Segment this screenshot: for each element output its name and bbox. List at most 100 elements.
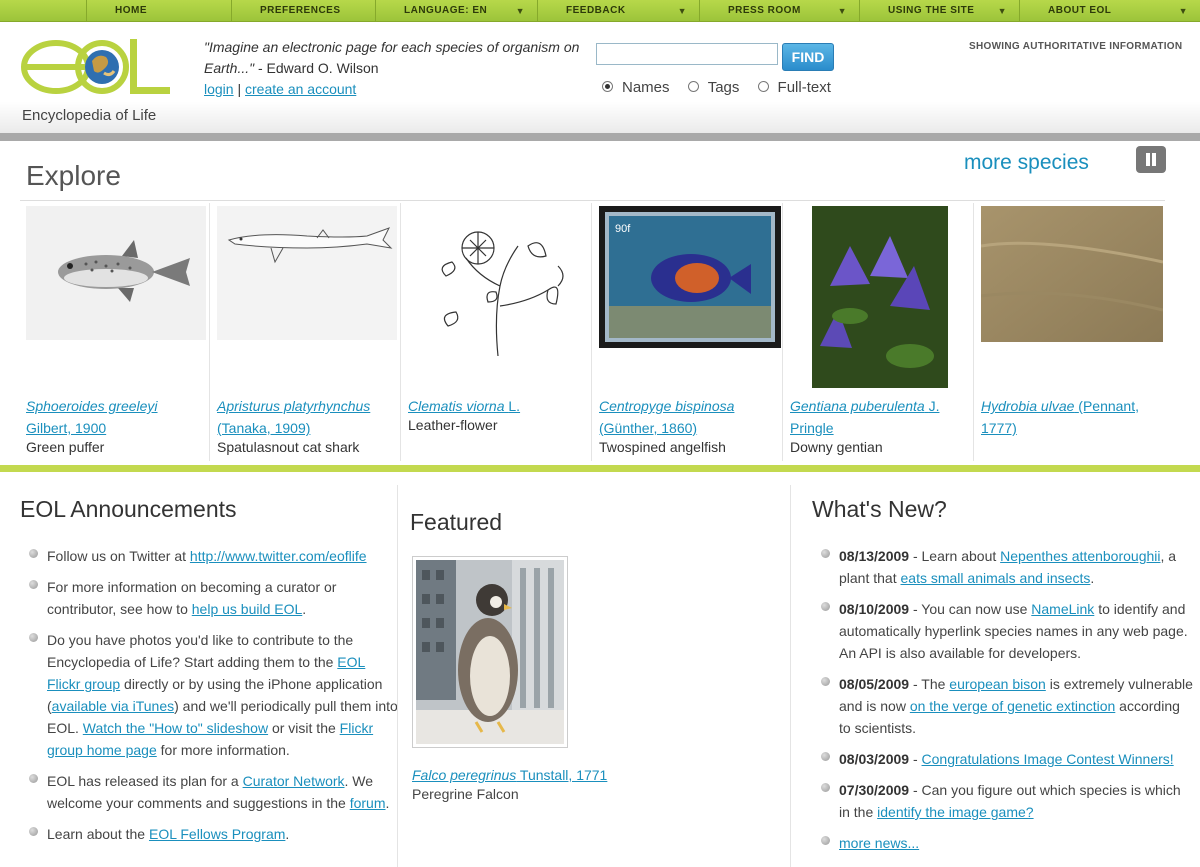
search-option-full-text[interactable]: Full-text (757, 79, 831, 96)
chevron-down-icon: ▼ (837, 6, 847, 16)
curator-network-link[interactable]: Curator Network (243, 773, 345, 789)
sci-name: Sphoeroides greeleyi (26, 398, 158, 414)
featured-name: Falco peregrinus Tunstall, 1771 (412, 764, 607, 786)
announcements-list: Follow us on Twitter at http://www.twitt… (20, 545, 400, 854)
help-build-link[interactable]: help us build EOL (192, 601, 303, 617)
species-image-angelfish-stamp[interactable]: 90f (599, 206, 781, 348)
sci-name: Falco peregrinus (412, 767, 517, 783)
species-card: Gentiana puberulenta J. Pringle Downy ge… (784, 203, 974, 461)
nav-home[interactable]: HOME (86, 0, 231, 22)
authority: (Tanaka, 1909) (217, 420, 311, 436)
species-link[interactable]: Clematis viorna L. (408, 398, 520, 414)
species-link[interactable]: Centropyge bispinosa (Günther, 1860) (599, 398, 734, 436)
nav-feedback[interactable]: FEEDBACK ▼ (537, 0, 699, 22)
more-species-link[interactable]: more species (964, 151, 1089, 175)
species-name: Centropyge bispinosa (Günther, 1860) (599, 395, 779, 439)
featured-species-link[interactable]: Falco peregrinus Tunstall, 1771 (412, 767, 607, 783)
sci-name: Clematis viorna (408, 398, 505, 414)
find-button[interactable]: FIND (782, 43, 834, 71)
common-name: Leather-flower (408, 417, 498, 433)
more-news-link[interactable]: more news... (839, 835, 919, 851)
nav-language[interactable]: LANGUAGE: EN ▼ (375, 0, 537, 22)
species-name: Gentiana puberulenta J. Pringle (790, 395, 970, 439)
authoritative-info-toggle[interactable]: SHOWING AUTHORITATIVE INFORMATION (969, 41, 1182, 52)
pause-icon[interactable] (1136, 146, 1166, 173)
chevron-down-icon: ▼ (515, 6, 525, 16)
european-bison-link[interactable]: european bison (949, 676, 1046, 692)
common-name: Twospined angelfish (599, 439, 726, 455)
species-link[interactable]: Sphoeroides greeleyi Gilbert, 1900 (26, 398, 158, 436)
featured-image-frame[interactable] (412, 556, 568, 748)
nav-using-the-site[interactable]: USING THE SITE ▼ (859, 0, 1019, 22)
news-date: 08/03/2009 (839, 751, 910, 767)
species-card: Hydrobia ulvae (Pennant, 1777) (975, 203, 1165, 461)
news-date: 08/13/2009 (839, 548, 910, 564)
news-date: 08/10/2009 (839, 601, 910, 617)
nav-label: ABOUT EOL (1048, 5, 1112, 16)
namelink-link[interactable]: NameLink (1031, 601, 1094, 617)
create-account-link[interactable]: create an account (245, 81, 356, 97)
list-item: For more information on becoming a curat… (20, 576, 400, 620)
species-link[interactable]: Hydrobia ulvae (Pennant, 1777) (981, 398, 1139, 436)
news-item: 08/03/2009 - Congratulations Image Conte… (812, 748, 1194, 770)
search-input[interactable] (596, 43, 778, 65)
search-option-label: Full-text (777, 79, 831, 96)
species-image-puffer[interactable] (26, 206, 206, 340)
list-item: EOL has released its plan for a Curator … (20, 770, 400, 814)
contest-winners-link[interactable]: Congratulations Image Contest Winners! (922, 751, 1174, 767)
news-item: 07/30/2009 - Can you figure out which sp… (812, 779, 1194, 823)
common-name: Downy gentian (790, 439, 883, 455)
item-text: . (285, 826, 290, 842)
species-name: Sphoeroides greeleyi Gilbert, 1900 (26, 395, 206, 439)
species-card: Apristurus platyrhynchus (Tanaka, 1909) … (211, 203, 401, 461)
nav-preferences[interactable]: PREFERENCES (231, 0, 375, 22)
fellows-program-link[interactable]: EOL Fellows Program (149, 826, 285, 842)
item-text: - (909, 751, 922, 767)
twitter-link[interactable]: http://www.twitter.com/eoflife (190, 548, 367, 564)
species-link[interactable]: Gentiana puberulenta J. Pringle (790, 398, 939, 436)
whats-new-title: What's New? (812, 496, 947, 522)
nav-label: USING THE SITE (888, 5, 975, 16)
nepenthes-link[interactable]: Nepenthes attenboroughii (1000, 548, 1160, 564)
column-divider (790, 485, 791, 867)
whats-new-list: 08/13/2009 - Learn about Nepenthes atten… (812, 545, 1194, 863)
authority: Tunstall, 1771 (516, 767, 608, 783)
sci-name: Apristurus platyrhynchus (217, 398, 371, 414)
news-item: 08/13/2009 - Learn about Nepenthes atten… (812, 545, 1194, 589)
news-date: 08/05/2009 (839, 676, 910, 692)
species-image-hydrobia[interactable] (981, 206, 1163, 342)
search-type-options: Names Tags Full-text (602, 79, 845, 96)
forum-link[interactable]: forum (350, 795, 386, 811)
item-text: for more information. (156, 742, 290, 758)
nav-press-room[interactable]: PRESS ROOM ▼ (699, 0, 859, 22)
login-separator: | (233, 81, 246, 97)
slideshow-link[interactable]: Watch the "How to" slideshow (83, 720, 268, 736)
item-text: . (385, 795, 390, 811)
eats-animals-link[interactable]: eats small animals and insects (901, 570, 1091, 586)
item-text: . (302, 601, 307, 617)
list-item: Do you have photos you'd like to contrib… (20, 629, 400, 761)
radio-selected-icon (602, 81, 613, 92)
explore-title: Explore (26, 160, 121, 191)
species-link[interactable]: Apristurus platyrhynchus (Tanaka, 1909) (217, 398, 370, 436)
stamp-value: 90f (615, 223, 631, 235)
species-image-gentian[interactable] (790, 206, 970, 388)
featured-common-name: Peregrine Falcon (412, 786, 519, 802)
species-image-clematis[interactable] (408, 206, 588, 366)
search-option-label: Tags (707, 79, 740, 96)
itunes-link[interactable]: available via iTunes (52, 698, 174, 714)
item-text: Do you have photos you'd like to contrib… (47, 632, 354, 670)
radio-icon (687, 81, 699, 92)
search-option-tags[interactable]: Tags (687, 79, 740, 96)
identify-game-link[interactable]: identify the image game? (877, 804, 1033, 820)
species-image-shark[interactable] (217, 206, 397, 340)
search-option-names[interactable]: Names (602, 79, 670, 96)
login-link[interactable]: login (204, 81, 234, 97)
featured-title: Featured (410, 509, 503, 535)
nav-label: PREFERENCES (260, 5, 341, 16)
chevron-down-icon: ▼ (677, 6, 687, 16)
nav-label: LANGUAGE: EN (404, 5, 488, 16)
species-name: Clematis viorna L. (408, 395, 588, 417)
nav-about-eol[interactable]: ABOUT EOL ▼ (1019, 0, 1200, 22)
genetic-extinction-link[interactable]: on the verge of genetic extinction (910, 698, 1115, 714)
